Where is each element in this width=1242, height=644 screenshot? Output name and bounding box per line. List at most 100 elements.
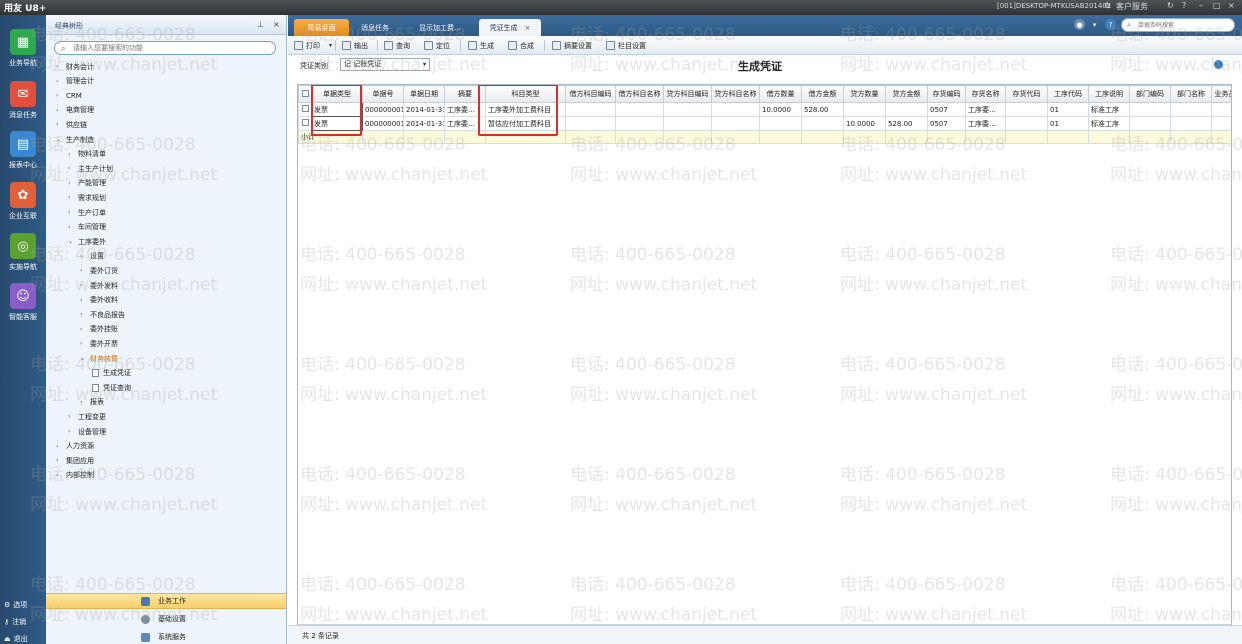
column-settings-button[interactable]: 栏目设置: [606, 39, 646, 52]
column-header[interactable]: 贷方数量: [843, 85, 886, 103]
close-tab-icon[interactable]: ×: [525, 24, 531, 32]
summary-settings-button[interactable]: 摘要设置: [552, 39, 592, 52]
generate-button[interactable]: 生成: [468, 39, 494, 52]
voucher-type-select[interactable]: 记 记账凭证 ▾: [340, 58, 430, 71]
help-icon[interactable]: ?: [1182, 1, 1186, 10]
dropdown-icon[interactable]: ▾: [1089, 19, 1100, 30]
exit-button[interactable]: ⏏ 退出: [4, 634, 28, 644]
column-header[interactable]: 部门名称: [1170, 85, 1212, 103]
column-header[interactable]: 借方金额: [801, 85, 844, 103]
tree-node[interactable]: 生成凭证: [92, 367, 131, 380]
column-header[interactable]: 借方科目编码: [565, 85, 616, 103]
tree-node[interactable]: › 委外开票: [80, 337, 118, 350]
rail-report-center[interactable]: ▤ 报表中心: [0, 131, 46, 170]
tree-node[interactable]: › 财务会计: [56, 60, 94, 73]
tree-node[interactable]: › 内部控制: [56, 469, 94, 482]
expand-arrow-icon[interactable]: ›: [80, 326, 86, 333]
expand-arrow-icon[interactable]: ›: [56, 443, 62, 450]
close-icon[interactable]: ×: [1228, 1, 1235, 10]
tree-node[interactable]: 凭证查询: [92, 381, 131, 394]
expand-arrow-icon[interactable]: ›: [68, 180, 74, 187]
expand-arrow-icon[interactable]: ›: [80, 297, 86, 304]
row-checkbox[interactable]: [298, 102, 312, 117]
rail-business-nav[interactable]: ▦ 业务导航: [0, 29, 46, 68]
rail-messages[interactable]: ✉ 消息任务: [0, 81, 46, 120]
merge-button[interactable]: 合成: [508, 39, 534, 52]
table-row[interactable]: 发票00000000112014-01-31工序委…暂估应付加工费科目10.00…: [298, 116, 1231, 131]
expand-arrow-icon[interactable]: ›: [68, 209, 74, 216]
tree-node[interactable]: › 委外收料: [80, 294, 118, 307]
tree-node[interactable]: ⌄ 生产制造: [56, 133, 94, 146]
logout-button[interactable]: ⚷ 注销: [4, 617, 26, 627]
expand-arrow-icon[interactable]: ›: [56, 457, 62, 464]
tab-messages[interactable]: 消息任务: [350, 19, 400, 36]
tab-voucher-generate[interactable]: 凭证生成 ×: [479, 19, 541, 36]
tree-node[interactable]: › 报表: [80, 396, 104, 409]
nav-system-service[interactable]: 系统服务: [46, 629, 286, 644]
nav-basic-settings[interactable]: 基础设置: [46, 611, 286, 627]
refresh-icon[interactable]: ↻: [1167, 1, 1174, 10]
column-header[interactable]: 贷方科目编码: [663, 85, 712, 103]
expand-arrow-icon[interactable]: ›: [80, 399, 86, 406]
print-button[interactable]: 打印 ▾: [294, 39, 332, 52]
column-header[interactable]: 存货编码: [927, 85, 966, 103]
tree-node[interactable]: › 委外发料: [80, 279, 118, 292]
settings-icon[interactable]: ⚙: [1104, 1, 1111, 10]
tree-search[interactable]: ⌕: [54, 41, 276, 55]
column-header[interactable]: 工序代码: [1047, 85, 1089, 103]
tree-node[interactable]: ⌄ 工序委外: [68, 235, 106, 248]
tree-node[interactable]: › 管理会计: [56, 75, 94, 88]
maximize-icon[interactable]: □: [1213, 1, 1221, 10]
column-header[interactable]: 单据日期: [403, 85, 445, 103]
expand-arrow-icon[interactable]: ⌄: [80, 355, 86, 362]
column-header[interactable]: 存货名称: [965, 85, 1006, 103]
select-all-checkbox[interactable]: [298, 85, 312, 103]
tab-simple-desktop[interactable]: 简易桌面: [294, 19, 349, 36]
expand-arrow-icon[interactable]: ›: [56, 121, 62, 128]
voucher-search[interactable]: ⌕: [1121, 18, 1235, 32]
expand-arrow-icon[interactable]: ›: [80, 282, 86, 289]
expand-arrow-icon[interactable]: ›: [56, 92, 62, 99]
table-row[interactable]: 发票00000000112014-01-31工序委…工序委外加工费科目10.00…: [298, 102, 1231, 117]
tree-node[interactable]: › 车间管理: [68, 221, 106, 234]
expand-arrow-icon[interactable]: ›: [56, 107, 62, 114]
tab-processing-fee[interactable]: 显示加工费…: [406, 19, 474, 36]
tree-node[interactable]: › 电商管理: [56, 104, 94, 117]
tree-node[interactable]: › 人力资源: [56, 440, 94, 453]
expand-arrow-icon[interactable]: ›: [68, 194, 74, 201]
tree-node[interactable]: › 主生产计划: [68, 162, 113, 175]
tree-node[interactable]: › 工程变更: [68, 410, 106, 423]
rail-enterprise[interactable]: ✿ 企业互联: [0, 182, 46, 221]
column-header[interactable]: 部门编码: [1129, 85, 1171, 103]
column-header[interactable]: 贷方科目名称: [711, 85, 760, 103]
column-header[interactable]: 存货代码: [1005, 85, 1048, 103]
help-icon[interactable]: ?: [1105, 19, 1116, 30]
expand-arrow-icon[interactable]: ›: [56, 472, 62, 479]
tree-node[interactable]: › 委外订货: [80, 264, 118, 277]
options-button[interactable]: ⚙ 选项: [4, 600, 27, 610]
export-button[interactable]: 输出: [342, 39, 368, 52]
column-header[interactable]: 工序说明: [1088, 85, 1130, 103]
column-header[interactable]: 业务员编码: [1211, 85, 1231, 103]
expand-arrow-icon[interactable]: ›: [68, 413, 74, 420]
column-header[interactable]: 借方数量: [759, 85, 802, 103]
tree-node[interactable]: › 供应链: [56, 118, 87, 131]
column-header[interactable]: 单据号: [362, 85, 404, 103]
expand-arrow-icon[interactable]: ›: [68, 151, 74, 158]
expand-arrow-icon[interactable]: ›: [68, 224, 74, 231]
expand-arrow-icon[interactable]: ›: [56, 63, 62, 70]
expand-arrow-icon[interactable]: ›: [56, 78, 62, 85]
column-header[interactable]: 贷方金额: [885, 85, 928, 103]
rail-smart-service[interactable]: ☺ 智能客服: [0, 283, 46, 322]
nav-business-work[interactable]: 业务工作: [46, 593, 286, 609]
rail-implementation[interactable]: ◎ 实施导航: [0, 233, 46, 272]
tree-node[interactable]: › 设置: [80, 250, 104, 263]
locate-button[interactable]: 定位: [424, 39, 450, 52]
column-header[interactable]: 借方科目名称: [615, 85, 664, 103]
tree-node[interactable]: › 集团应用: [56, 454, 94, 467]
tree-node[interactable]: › CRM: [56, 89, 82, 102]
tree-node[interactable]: ⌄ 财务核算: [80, 352, 118, 365]
tree-node[interactable]: › 设备管理: [68, 425, 106, 438]
pin-icon[interactable]: ⊥: [257, 20, 264, 29]
tree-node[interactable]: › 生产订单: [68, 206, 106, 219]
